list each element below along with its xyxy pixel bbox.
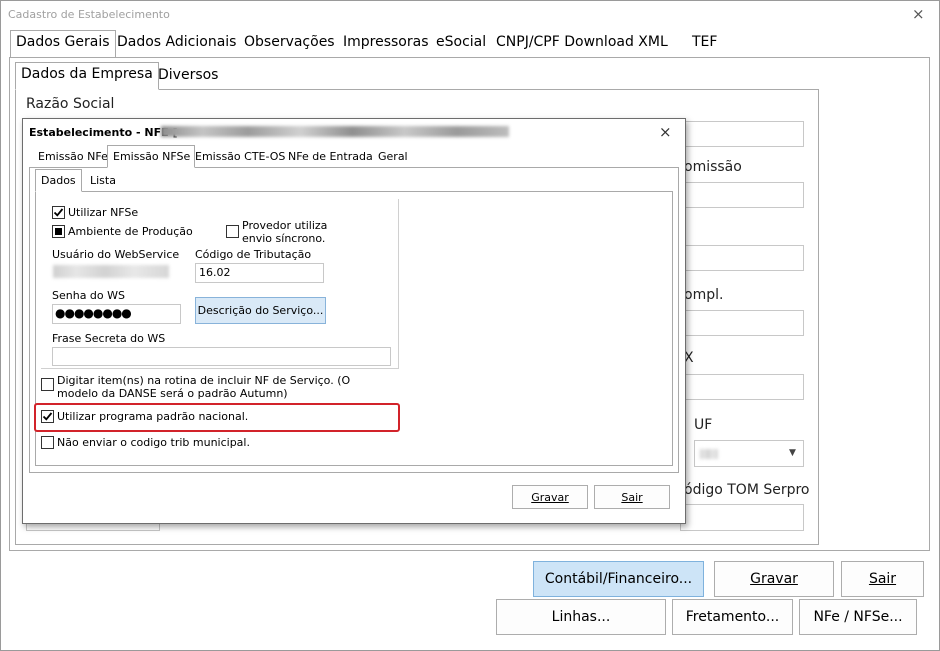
dialog-gravar-label: Gravar	[531, 490, 569, 504]
check-icon	[42, 412, 53, 421]
tab-dados-gerais[interactable]: Dados Gerais	[10, 30, 116, 58]
dialog-sair-button[interactable]: Sair	[594, 485, 670, 509]
fretamento-button[interactable]: Fretamento...	[672, 599, 793, 635]
razao-social-input[interactable]	[680, 121, 804, 147]
dialog-close-icon[interactable]: ×	[659, 123, 672, 141]
tab-tef[interactable]: TEF	[692, 34, 717, 50]
comissao-label: omissão	[684, 159, 742, 175]
codigo-tom-label: ódigo TOM Serpro	[684, 482, 810, 498]
nfe-dialog: Estabelecimento - NFE [ × Emissão NFe Em…	[22, 118, 686, 524]
tab-impressoras[interactable]: Impressoras	[343, 34, 429, 50]
utilizar-nfse-label: Utilizar NFSe	[68, 206, 139, 219]
tab-nfe-de-entrada[interactable]: NFe de Entrada	[288, 150, 373, 163]
window-title: Cadastro de Estabelecimento	[8, 8, 170, 21]
tab-esocial[interactable]: eSocial	[436, 34, 486, 50]
tab-emissao-cte-os[interactable]: Emissão CTE-OS	[195, 150, 285, 163]
uf-select[interactable]: ▼	[694, 440, 804, 467]
linhas-button[interactable]: Linhas...	[496, 599, 666, 635]
dialog-gravar-button[interactable]: Gravar	[512, 485, 588, 509]
dialog-title-redacted	[161, 126, 509, 137]
codigo-tom-input[interactable]	[680, 504, 804, 531]
frase-secreta-input[interactable]	[52, 347, 391, 366]
tab-geral[interactable]: Geral	[378, 150, 408, 163]
senha-ws-label: Senha do WS	[52, 289, 125, 302]
contabil-financeiro-button[interactable]: Contábil/Financeiro...	[533, 561, 704, 597]
gravar-button[interactable]: Gravar	[714, 561, 834, 597]
sair-button[interactable]: Sair	[841, 561, 924, 597]
tab-observacoes[interactable]: Observações	[244, 34, 335, 50]
tab-diversos[interactable]: Diversos	[158, 67, 218, 83]
gravar-button-label: Gravar	[750, 571, 798, 587]
close-icon[interactable]: ×	[912, 5, 925, 23]
comissao-input[interactable]	[680, 182, 804, 208]
uf-value-redacted	[700, 449, 718, 459]
indeterminate-icon	[55, 228, 62, 235]
frase-secreta-label: Frase Secreta do WS	[52, 332, 166, 345]
senha-ws-input[interactable]: ●●●●●●●●	[52, 304, 181, 324]
tab-dados-da-empresa[interactable]: Dados da Empresa	[15, 62, 159, 90]
codigo-tributacao-label: Código de Tributação	[195, 248, 312, 261]
sair-button-label: Sair	[868, 571, 897, 587]
usuario-ws-value-redacted[interactable]	[53, 265, 169, 278]
tab-cnpj-cpf-download-xml[interactable]: CNPJ/CPF Download XML	[496, 34, 668, 50]
tab-emissao-nfse[interactable]: Emissão NFSe	[107, 145, 196, 168]
dialog-sair-label: Sair	[621, 490, 643, 504]
ambiente-producao-checkbox[interactable]	[52, 225, 65, 238]
ambiente-producao-label: Ambiente de Produção	[68, 225, 193, 238]
provedor-sincrono-label: Provedor utiliza envio síncrono.	[242, 219, 328, 245]
field-input-3[interactable]	[680, 245, 804, 271]
digitar-itens-checkbox[interactable]	[41, 378, 54, 391]
programa-padrao-nacional-label: Utilizar programa padrão nacional.	[57, 410, 249, 423]
tab-lista[interactable]: Lista	[90, 174, 116, 187]
chevron-down-icon: ▼	[789, 448, 796, 458]
descricao-servico-button[interactable]: Descrição do Serviço...	[195, 297, 326, 324]
check-icon	[53, 208, 64, 217]
codigo-tributacao-input[interactable]: 16.02	[195, 263, 324, 283]
tab-dados-adicionais[interactable]: Dados Adicionais	[117, 34, 236, 50]
nao-enviar-codigo-label: Não enviar o codigo trib municipal.	[57, 436, 250, 449]
nfe-nfse-button[interactable]: NFe / NFSe...	[799, 599, 917, 635]
programa-padrao-nacional-checkbox[interactable]	[41, 410, 54, 423]
usuario-ws-label: Usuário do WebService	[52, 248, 180, 261]
tab-dados[interactable]: Dados	[35, 169, 82, 192]
provedor-sincrono-checkbox[interactable]	[226, 225, 239, 238]
dialog-title: Estabelecimento - NFE [	[29, 126, 178, 139]
utilizar-nfse-checkbox[interactable]	[52, 206, 65, 219]
compl-label: ompl.	[684, 287, 724, 303]
compl-input[interactable]	[680, 310, 804, 336]
razao-social-label: Razão Social	[26, 96, 115, 112]
tab-emissao-nfe[interactable]: Emissão NFe	[38, 150, 108, 163]
nao-enviar-codigo-checkbox[interactable]	[41, 436, 54, 449]
digitar-itens-label: Digitar item(ns) na rotina de incluir NF…	[57, 374, 351, 400]
field-input-5[interactable]	[680, 374, 804, 400]
uf-label: UF	[694, 417, 713, 433]
